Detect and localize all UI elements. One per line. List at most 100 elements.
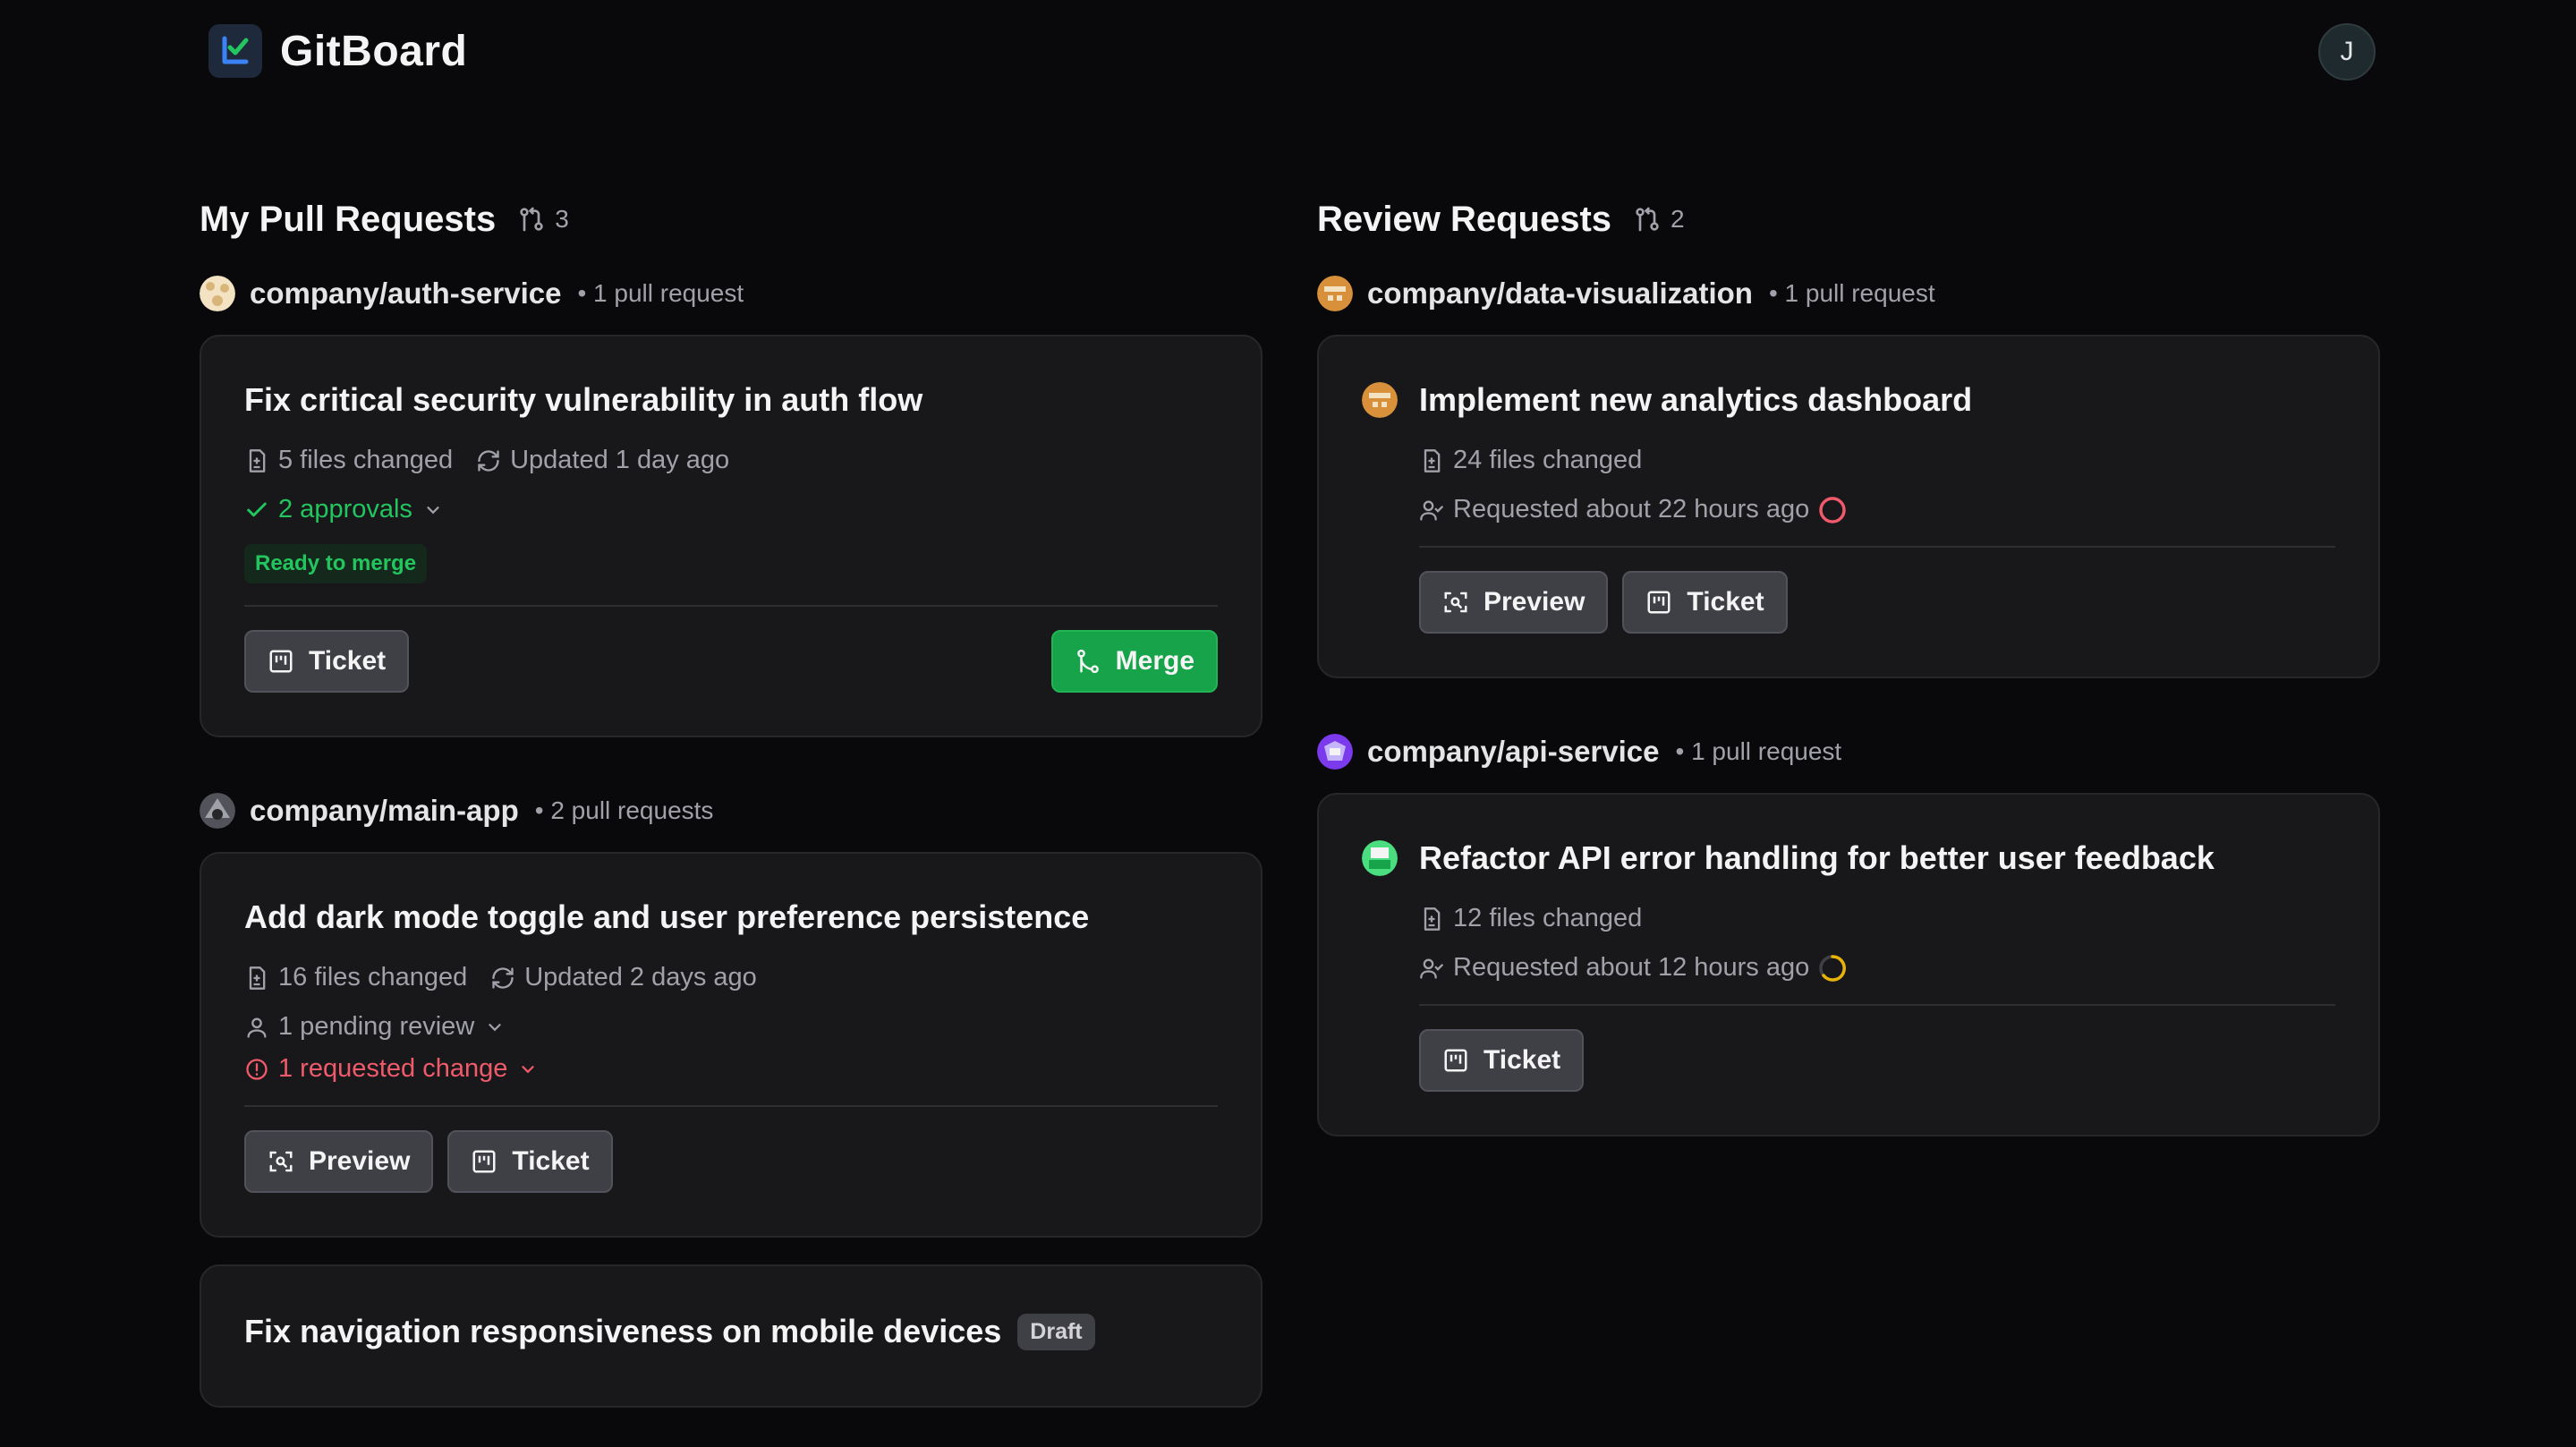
ticket-icon	[1444, 1049, 1467, 1072]
refresh-icon	[492, 966, 514, 989]
chevron-down-icon	[522, 1065, 535, 1073]
app-name: GitBoard	[280, 27, 468, 75]
divider	[244, 1105, 1218, 1107]
pending-ring-icon	[1819, 954, 1847, 982]
repo-name[interactable]: company/api-service	[1367, 735, 1660, 769]
pending-review-toggle[interactable]: 1 pending review	[244, 1012, 1218, 1042]
repo-header-main-app: company/main-app • 2 pull requests	[200, 786, 1262, 836]
my-prs-header: My Pull Requests 3	[200, 188, 1262, 251]
preview-button[interactable]: Preview	[1419, 571, 1609, 634]
files-changed: 5 files changed	[278, 446, 454, 474]
author-avatar-icon	[1362, 840, 1398, 876]
files-changed: 12 files changed	[1453, 904, 1643, 932]
pr-card[interactable]: Fix critical security vulnerability in a…	[200, 335, 1262, 737]
review-card[interactable]: Refactor API error handling for better u…	[1317, 793, 2380, 1136]
ticket-label: Ticket	[512, 1146, 590, 1176]
repo-avatar-icon	[1317, 734, 1353, 770]
pr-title[interactable]: Implement new analytics dashboard	[1419, 381, 1972, 419]
user-avatar[interactable]: J	[2318, 23, 2376, 81]
my-pull-requests-column: My Pull Requests 3 company/auth-service …	[200, 188, 1262, 1408]
merge-label: Merge	[1115, 646, 1194, 676]
pr-title[interactable]: Add dark mode toggle and user preference…	[244, 898, 1089, 936]
requested-change-toggle[interactable]: 1 requested change	[244, 1054, 1218, 1084]
pr-card[interactable]: Fix navigation responsiveness on mobile …	[200, 1264, 1262, 1408]
updated-time: Updated 1 day ago	[510, 446, 730, 474]
ticket-button[interactable]: Ticket	[244, 630, 410, 693]
pull-request-icon	[520, 207, 543, 232]
file-diff-icon	[249, 966, 266, 990]
divider	[1419, 1004, 2335, 1006]
my-prs-count: 3	[517, 205, 569, 234]
repo-name[interactable]: company/data-visualization	[1367, 277, 1753, 311]
user-check-icon	[1420, 958, 1443, 979]
user-initial: J	[2340, 37, 2354, 66]
scan-preview-icon	[269, 1151, 293, 1172]
review-requests-count: 2	[1633, 205, 1685, 234]
ticket-label: Ticket	[309, 646, 387, 676]
updated-time: Updated 2 days ago	[524, 963, 757, 992]
ticket-button[interactable]: Ticket	[1419, 1029, 1585, 1092]
review-requests-count-value: 2	[1671, 205, 1685, 233]
draft-badge: Draft	[1017, 1313, 1095, 1350]
ticket-icon	[1647, 591, 1671, 614]
repo-pr-count: • 1 pull request	[1675, 737, 1842, 765]
ticket-button[interactable]: Ticket	[1622, 571, 1788, 634]
ticket-icon	[472, 1150, 496, 1173]
preview-button[interactable]: Preview	[244, 1130, 434, 1193]
requested-label: Requested about 12 hours ago	[1453, 953, 1810, 982]
pr-meta: 5 files changed Updated 1 day ago	[244, 446, 1218, 475]
ready-to-merge-badge: Ready to merge	[244, 544, 428, 583]
alert-circle-icon	[246, 1058, 268, 1080]
review-requests-column: Review Requests 2 company/data-visualiza…	[1317, 188, 2380, 1185]
ticket-label: Ticket	[1484, 1045, 1561, 1075]
pr-title[interactable]: Refactor API error handling for better u…	[1419, 839, 2215, 877]
repo-name[interactable]: company/auth-service	[250, 277, 561, 311]
review-card[interactable]: Implement new analytics dashboard 24 fil…	[1317, 335, 2380, 678]
merge-button[interactable]: Merge	[1050, 630, 1218, 693]
requested-label: Requested about 22 hours ago	[1453, 495, 1810, 523]
approvals-toggle[interactable]: 2 approvals	[244, 495, 1218, 524]
merge-icon	[1076, 649, 1099, 674]
user-check-icon	[1420, 500, 1443, 521]
file-diff-icon	[249, 448, 266, 472]
files-changed: 24 files changed	[1453, 446, 1643, 474]
pr-meta: 12 files changed	[1419, 904, 2335, 933]
pending-review-label: 1 pending review	[278, 1012, 475, 1041]
requested-time: Requested about 12 hours ago	[1419, 953, 2335, 983]
chevron-down-icon	[427, 506, 439, 514]
repo-header-auth-service: company/auth-service • 1 pull request	[200, 268, 1262, 319]
repo-name[interactable]: company/main-app	[250, 794, 519, 828]
preview-label: Preview	[1484, 587, 1586, 617]
page: GitBoard J My Pull Requests 3 company/au…	[0, 0, 2576, 1447]
pr-title[interactable]: Fix navigation responsiveness on mobile …	[244, 1313, 1001, 1350]
chevron-down-icon	[489, 1023, 501, 1031]
review-requests-title: Review Requests	[1317, 199, 1612, 239]
repo-pr-count: • 2 pull requests	[534, 796, 714, 824]
pr-title[interactable]: Fix critical security vulnerability in a…	[244, 381, 922, 419]
file-diff-icon	[1424, 907, 1441, 931]
pr-meta: 16 files changed Updated 2 days ago	[244, 963, 1218, 992]
repo-header-data-visualization: company/data-visualization • 1 pull requ…	[1317, 268, 2380, 319]
user-icon	[247, 1017, 267, 1038]
scan-preview-icon	[1444, 592, 1467, 613]
my-prs-count-value: 3	[555, 205, 569, 233]
overdue-ring-icon	[1819, 496, 1847, 523]
requested-time: Requested about 22 hours ago	[1419, 495, 2335, 524]
requested-change-label: 1 requested change	[278, 1054, 508, 1083]
repo-avatar-icon	[200, 276, 235, 311]
file-diff-icon	[1424, 448, 1441, 472]
preview-label: Preview	[309, 1146, 411, 1176]
ticket-button[interactable]: Ticket	[447, 1130, 613, 1193]
pr-card[interactable]: Add dark mode toggle and user preference…	[200, 852, 1262, 1238]
repo-avatar-icon	[200, 793, 235, 829]
gitboard-logo-icon[interactable]	[208, 24, 262, 78]
review-requests-header: Review Requests 2	[1317, 188, 2380, 251]
refresh-icon	[478, 449, 499, 472]
app-header: GitBoard	[208, 23, 467, 79]
repo-pr-count: • 1 pull request	[577, 279, 744, 307]
approvals-label: 2 approvals	[278, 495, 412, 523]
divider	[244, 605, 1218, 607]
ticket-label: Ticket	[1687, 587, 1764, 617]
check-icon	[247, 502, 267, 516]
repo-pr-count: • 1 pull request	[1768, 279, 1935, 307]
